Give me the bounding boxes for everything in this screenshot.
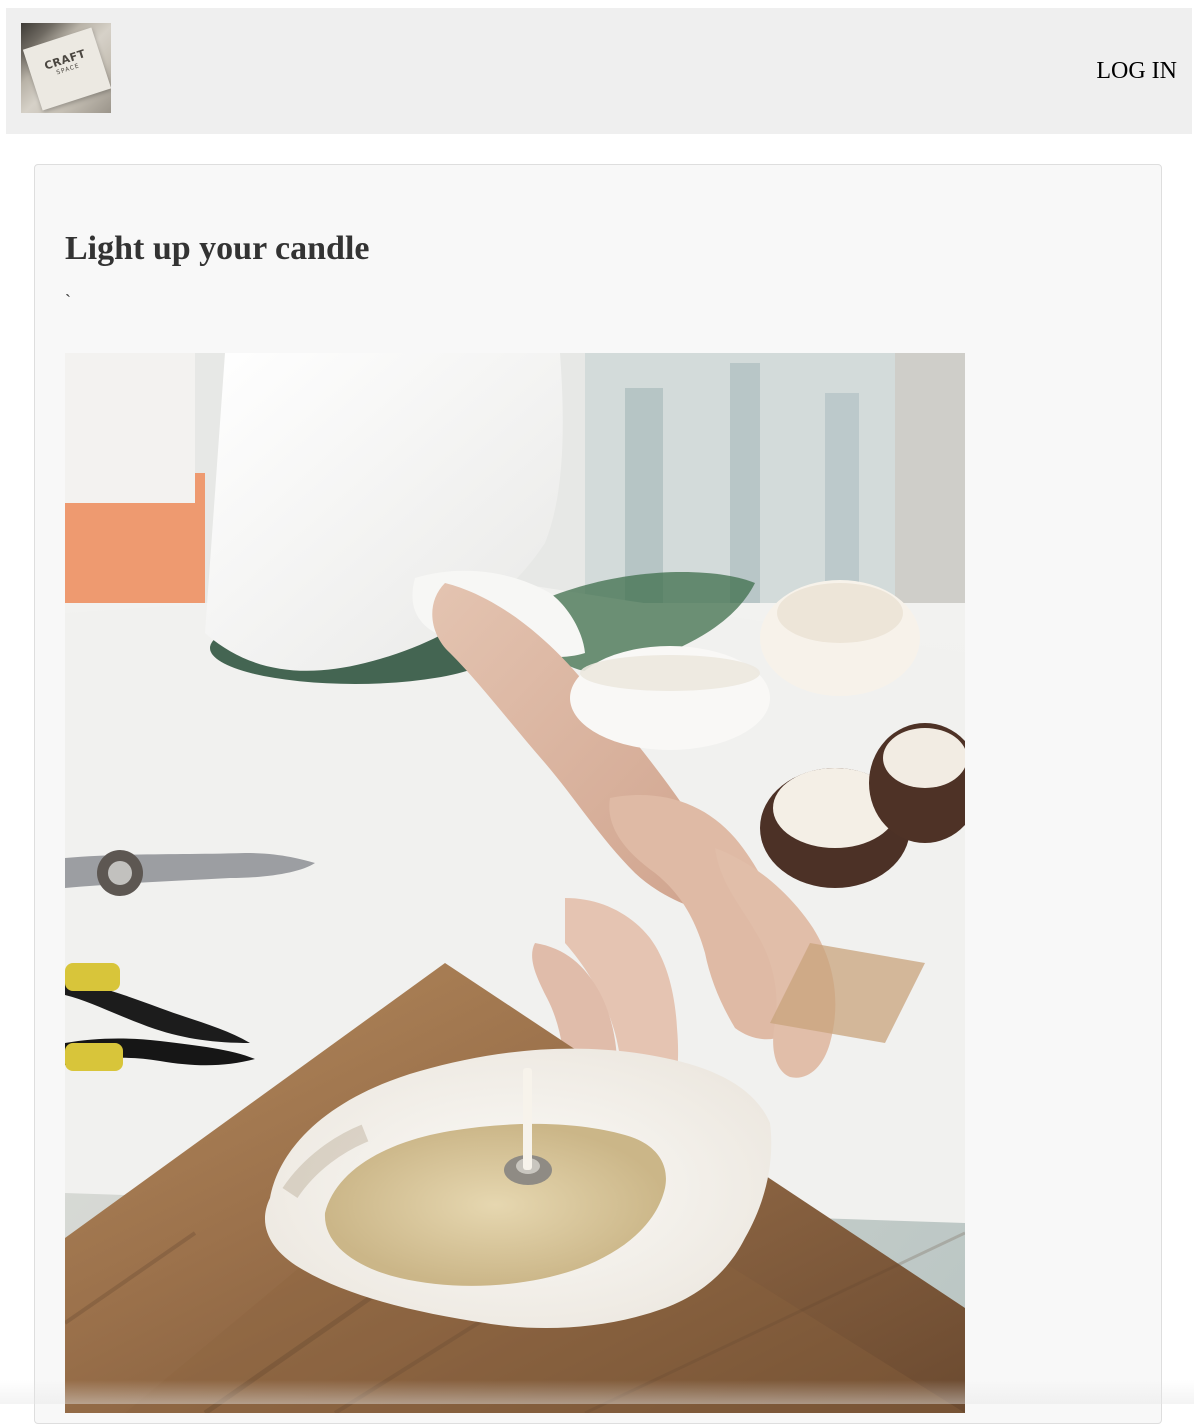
login-link[interactable]: LOG IN [1096,57,1177,85]
craft-space-logo[interactable]: CRAFT SPACE [21,23,111,113]
candle-photo-svg [65,353,965,1413]
candle-photo [65,353,965,1413]
page-title: Light up your candle [65,230,370,267]
site-header: CRAFT SPACE LOG IN [6,8,1192,134]
stray-character: ` [65,291,71,311]
content-card: Light up your candle ` [34,164,1162,1424]
bottom-fade [0,1380,1194,1404]
